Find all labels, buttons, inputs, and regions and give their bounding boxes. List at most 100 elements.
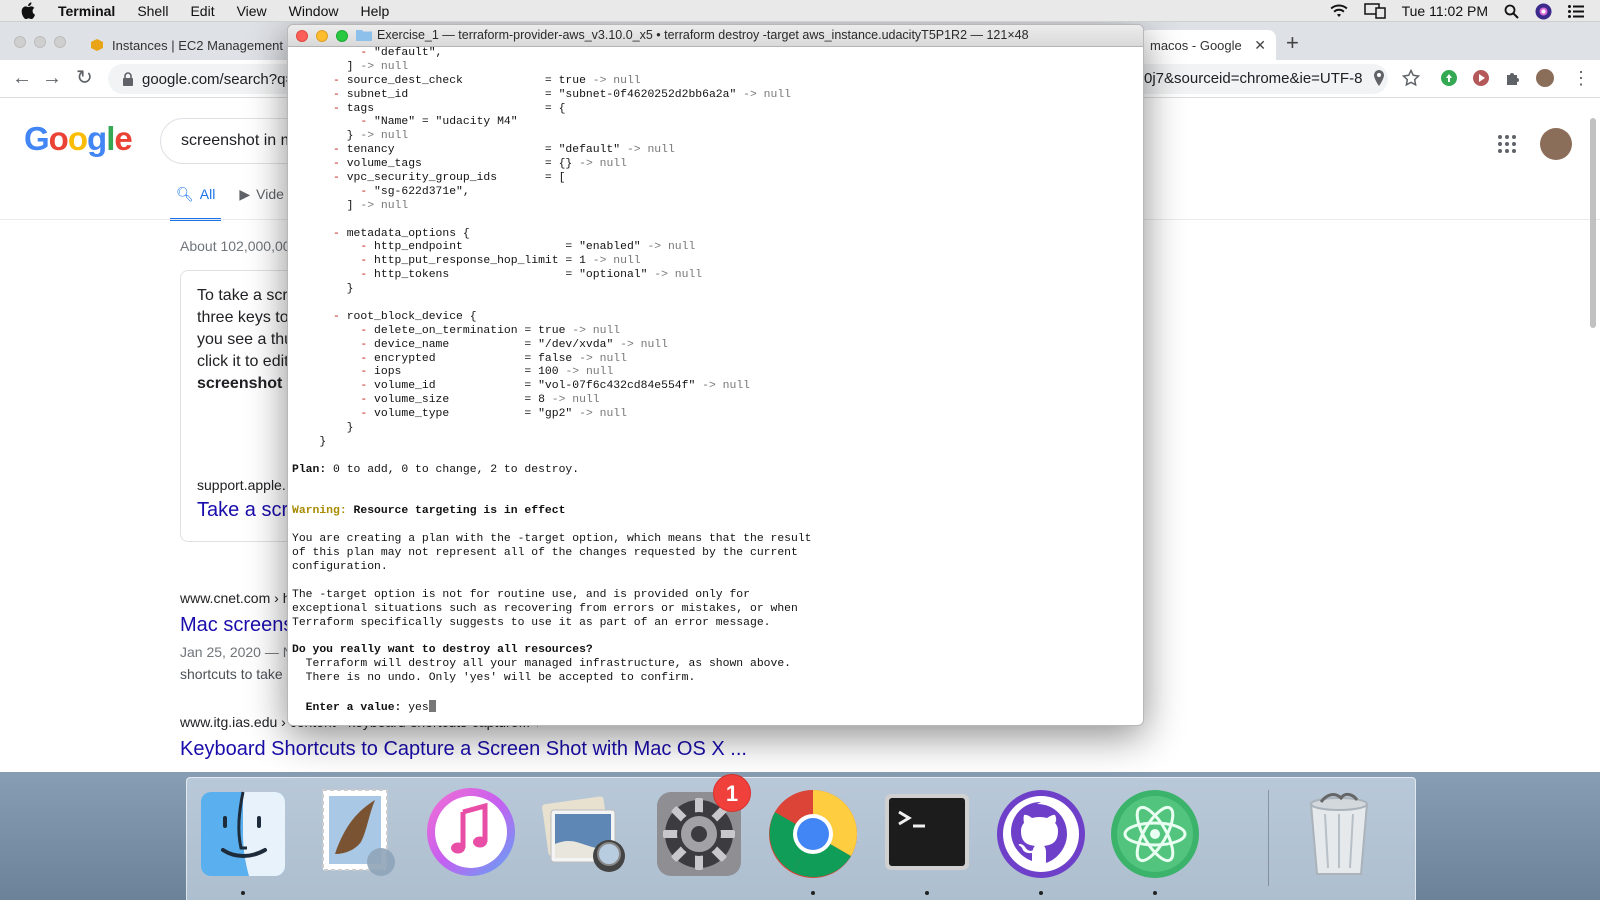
- tab-all[interactable]: 🔍︎ All: [170, 186, 222, 221]
- result-title[interactable]: Mac screens: [180, 614, 293, 637]
- apple-menu-icon[interactable]: [18, 0, 38, 22]
- mail-stamp-icon: [322, 789, 395, 876]
- terminal-text: }: [292, 283, 354, 296]
- terminal-line: - volume_type = "gp2" -> null: [292, 408, 1141, 422]
- dock-itunes[interactable]: [423, 784, 519, 886]
- tab-ec2-instances[interactable]: Instances | EC2 Management: [80, 30, 290, 60]
- snippet-link[interactable]: Take a scr: [197, 499, 288, 522]
- address-url: google.com/search?q=: [142, 70, 295, 88]
- terminal-text: iops = 100: [374, 366, 566, 379]
- google-logo[interactable]: Google: [24, 120, 133, 158]
- extensions-puzzle-icon[interactable]: [1504, 69, 1522, 87]
- terminal-text: tags = {: [346, 102, 566, 115]
- menu-app-terminal[interactable]: Terminal: [48, 0, 126, 22]
- dock-github-desktop[interactable]: [993, 784, 1089, 895]
- chrome-close-button[interactable]: [14, 36, 26, 48]
- terminal-text: http_tokens = "optional": [374, 269, 655, 282]
- chrome-zoom-button[interactable]: [54, 36, 66, 48]
- reload-icon[interactable]: ↻: [76, 68, 93, 88]
- chrome-menu-icon[interactable]: ⋮: [1572, 68, 1590, 88]
- snippet-line: To take a scr: [197, 287, 288, 304]
- terminal-text: -> null: [743, 88, 792, 101]
- terminal-text: Resource targeting is in effect: [346, 505, 566, 518]
- aws-favicon-icon: [91, 39, 103, 51]
- screen-mirroring-icon[interactable]: [1363, 3, 1386, 19]
- terminal-text: Terraform specifically suggests to use i…: [292, 616, 771, 629]
- terminal-output[interactable]: - "default", ] -> null - source_dest_che…: [292, 47, 1141, 725]
- terminal-line: - tenancy = "default" -> null: [292, 144, 1141, 158]
- atom-icon: [1111, 790, 1199, 878]
- terminal-text: Plan:: [292, 463, 327, 476]
- terminal-titlebar[interactable]: Exercise_1 — terraform-provider-aws_v3.1…: [288, 25, 1143, 47]
- back-arrow-icon[interactable]: ←: [12, 68, 32, 88]
- terminal-line: - delete_on_termination = true -> null: [292, 325, 1141, 339]
- dock-finder[interactable]: [195, 784, 291, 895]
- terminal-text: }: [292, 422, 354, 435]
- tab-videos-label: Vide: [256, 186, 284, 202]
- terminal-zoom-button[interactable]: [336, 30, 348, 42]
- menu-view[interactable]: View: [226, 0, 278, 22]
- notification-center-icon[interactable]: [1568, 4, 1584, 18]
- running-indicator: [1153, 891, 1157, 895]
- profile-avatar[interactable]: [1536, 69, 1554, 87]
- siri-icon[interactable]: [1535, 3, 1552, 20]
- new-tab-button[interactable]: +: [1286, 32, 1299, 54]
- forward-arrow-icon[interactable]: →: [42, 68, 62, 88]
- terminal-line: }: [292, 283, 1141, 297]
- terminal-line: - "Name" = "udacity M4": [292, 116, 1141, 130]
- terminal-title: Exercise_1 — terraform-provider-aws_v3.1…: [356, 28, 1029, 42]
- wifi-icon[interactable]: [1330, 4, 1348, 18]
- terminal-text: delete_on_termination = true: [374, 324, 573, 337]
- menu-window[interactable]: Window: [278, 0, 350, 22]
- tab-macos-google[interactable]: macos - Google ✕: [1140, 30, 1276, 60]
- terminal-text: -: [292, 144, 347, 157]
- snippet-source[interactable]: support.apple.: [197, 477, 286, 493]
- dock-trash[interactable]: [1291, 784, 1387, 886]
- result-url[interactable]: www.cnet.com › h: [180, 590, 290, 606]
- location-pin-icon[interactable]: [1370, 69, 1388, 87]
- spotlight-search-icon[interactable]: [1504, 4, 1519, 19]
- menu-edit[interactable]: Edit: [179, 0, 225, 22]
- terminal-text: -: [292, 269, 375, 282]
- terminal-text: -> null: [360, 60, 409, 73]
- menu-shell[interactable]: Shell: [126, 0, 179, 22]
- terminal-text: configuration.: [292, 560, 388, 573]
- extension-green-icon[interactable]: [1440, 69, 1458, 87]
- snippet-line: you see a thu: [197, 331, 294, 348]
- dock-system-preferences[interactable]: 1: [651, 774, 751, 886]
- extension-video-icon[interactable]: [1472, 69, 1490, 87]
- google-account-avatar[interactable]: [1540, 128, 1572, 160]
- dock-atom[interactable]: [1107, 784, 1203, 895]
- terminal-text: -: [292, 158, 347, 171]
- dock-mail[interactable]: [309, 784, 405, 886]
- bookmark-star-icon[interactable]: [1402, 69, 1420, 87]
- terminal-minimize-button[interactable]: [316, 30, 328, 42]
- chrome-minimize-button[interactable]: [34, 36, 46, 48]
- terminal-text: yes: [401, 701, 429, 714]
- terminal-text: }: [292, 130, 361, 143]
- result-title[interactable]: Keyboard Shortcuts to Capture a Screen S…: [180, 738, 747, 761]
- tab-close-icon[interactable]: ✕: [1254, 37, 1266, 54]
- terminal-text: -> null: [702, 380, 750, 393]
- finder-icon: [201, 791, 285, 876]
- menu-help[interactable]: Help: [349, 0, 400, 22]
- terminal-close-button[interactable]: [296, 30, 308, 42]
- github-octocat-icon: [997, 790, 1085, 878]
- dock-chrome[interactable]: [765, 784, 861, 895]
- dock-preview[interactable]: [537, 784, 633, 886]
- terminal-text: Terraform will destroy all your managed …: [292, 658, 791, 671]
- terminal-text: source_dest_check = true: [346, 74, 593, 87]
- folder-icon: [356, 30, 372, 41]
- terminal-text: 0 to add, 0 to change, 2 to destroy.: [326, 463, 580, 476]
- address-url-tail: 0j7&sourceid=chrome&ie=UTF-8: [1144, 70, 1363, 87]
- terminal-text: -> null: [551, 394, 600, 407]
- page-scrollbar[interactable]: [1590, 118, 1596, 328]
- menubar-clock[interactable]: Tue 11:02 PM: [1402, 3, 1488, 19]
- terminal-text: of this plan may not represent all of th…: [292, 547, 798, 560]
- dock-terminal[interactable]: [879, 784, 975, 895]
- google-apps-grid-icon[interactable]: [1497, 134, 1517, 154]
